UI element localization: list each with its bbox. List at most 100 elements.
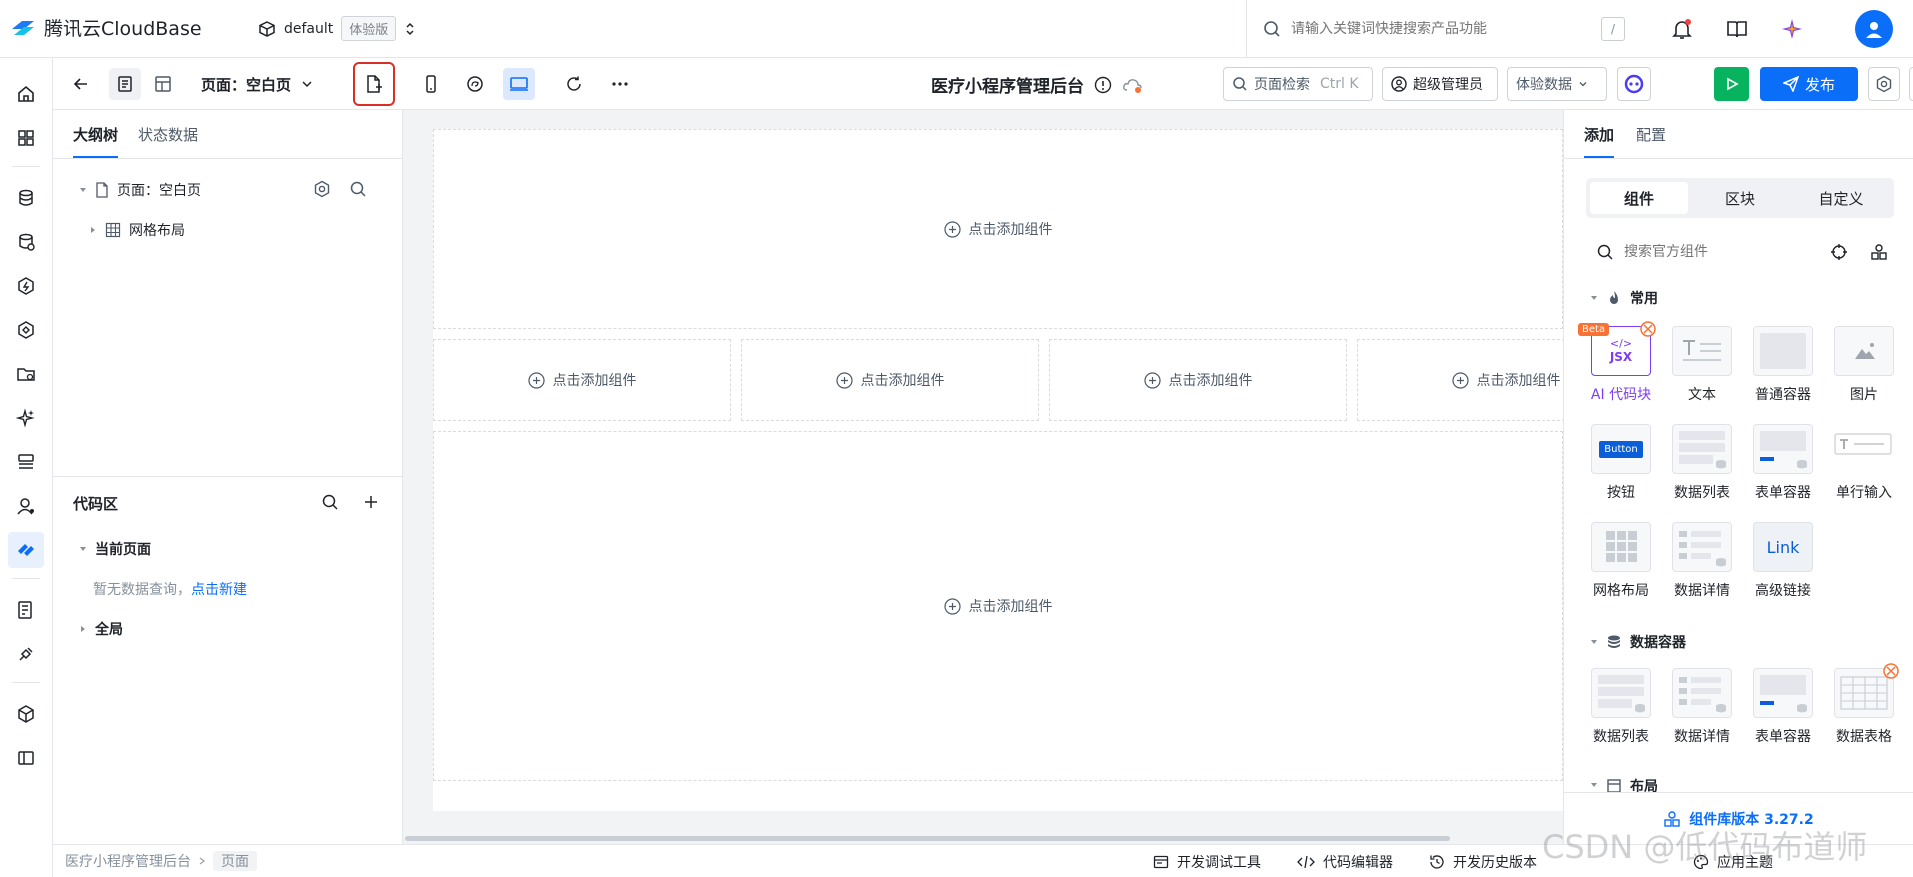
tree-search-icon[interactable]: [349, 180, 367, 198]
code-search-icon[interactable]: [321, 493, 339, 511]
add-page-button[interactable]: [353, 62, 395, 106]
data-mode-select[interactable]: 体验数据: [1507, 67, 1607, 101]
extension-cube-icon[interactable]: [8, 696, 44, 732]
slot-label: 点击添加组件: [860, 373, 945, 389]
desktop-device-icon[interactable]: [503, 68, 535, 100]
home-icon[interactable]: [8, 76, 44, 112]
database-icon[interactable]: [8, 180, 44, 216]
group-header-common[interactable]: 常用: [1590, 288, 1658, 308]
info-circle-icon[interactable]: [1094, 76, 1112, 94]
preview-run-button[interactable]: [1714, 67, 1749, 101]
add-component-slot[interactable]: 点击添加组件: [433, 339, 731, 421]
slot-label: 点击添加组件: [968, 222, 1053, 238]
more-dots-icon[interactable]: [604, 68, 636, 100]
lowcode-app-icon[interactable]: [8, 532, 44, 568]
tile-label: 数据表格: [1836, 729, 1892, 745]
mobile-device-icon[interactable]: [415, 68, 447, 100]
group-header-data-containers[interactable]: 数据容器: [1590, 632, 1686, 652]
cloud-db-icon[interactable]: [8, 224, 44, 260]
tile-thumb-text: JSX: [1609, 350, 1633, 364]
component-tile-image[interactable]: 图片: [1829, 326, 1899, 404]
grid-layout-icon: [1606, 531, 1637, 562]
page-selector[interactable]: 页面：空白页: [201, 68, 313, 100]
ai-sparkle-icon[interactable]: [8, 400, 44, 436]
toolbar-more-button[interactable]: [1909, 67, 1913, 101]
plugin-icon[interactable]: [8, 636, 44, 672]
component-tile-form-container[interactable]: 表单容器: [1748, 668, 1818, 746]
segment-custom[interactable]: 自定义: [1792, 182, 1890, 214]
segment-blocks[interactable]: 区块: [1691, 182, 1789, 214]
locate-crosshair-icon[interactable]: [1830, 243, 1848, 261]
component-tile-data-detail[interactable]: 数据详情: [1667, 522, 1737, 600]
role-switcher[interactable]: 超级管理员: [1382, 67, 1498, 101]
component-tile-ai-code[interactable]: Beta </> JSX AI 代码块: [1578, 321, 1656, 404]
component-tile-data-table[interactable]: 数据表格: [1829, 663, 1899, 746]
add-component-slot[interactable]: 点击添加组件: [1049, 339, 1347, 421]
component-search-input[interactable]: [1624, 244, 1814, 260]
component-tile-advanced-link[interactable]: Link 高级链接: [1748, 522, 1818, 600]
page-search-button[interactable]: 页面检索 Ctrl K: [1223, 67, 1373, 101]
env-switcher[interactable]: default 体验版: [258, 16, 416, 41]
ai-copilot-button[interactable]: [1617, 67, 1651, 101]
history-versions-button[interactable]: 开发历史版本: [1429, 852, 1537, 872]
back-arrow-icon[interactable]: [65, 68, 97, 100]
ai-assistant-icon[interactable]: [1777, 14, 1807, 44]
code-group-current-page[interactable]: 当前页面: [79, 539, 151, 559]
cloud-status-icon[interactable]: [1122, 76, 1144, 94]
component-tile-data-detail[interactable]: 数据详情: [1667, 668, 1737, 746]
flame-icon: [1610, 291, 1618, 304]
component-tile-button[interactable]: Button 按钮: [1586, 424, 1656, 502]
tile-label: 按钮: [1607, 485, 1635, 501]
component-market-icon[interactable]: [1870, 243, 1888, 261]
refresh-icon[interactable]: [558, 68, 590, 100]
storage-folder-icon[interactable]: [8, 356, 44, 392]
brand[interactable]: 腾讯云CloudBase: [10, 14, 202, 41]
add-component-slot[interactable]: 点击添加组件: [433, 129, 1563, 329]
component-tile-text-input[interactable]: 单行输入: [1829, 424, 1899, 502]
component-tile-form-container[interactable]: 表单容器: [1748, 424, 1818, 502]
caret-down-icon: [1591, 296, 1597, 300]
segment-components[interactable]: 组件: [1590, 182, 1688, 214]
logs-icon[interactable]: [8, 592, 44, 628]
breadcrumb-app[interactable]: 医疗小程序管理后台: [65, 851, 191, 871]
page-settings-icon[interactable]: [313, 180, 331, 198]
app-settings-button[interactable]: [1868, 67, 1900, 101]
user-avatar[interactable]: [1855, 10, 1893, 48]
component-tile-data-list[interactable]: 数据列表: [1586, 668, 1656, 746]
code-group-global[interactable]: 全局: [79, 619, 123, 639]
function-hex-icon[interactable]: [8, 268, 44, 304]
breadcrumb-page[interactable]: 页面: [213, 851, 257, 871]
canvas-horizontal-scrollbar[interactable]: [405, 836, 1450, 841]
tree-node-page[interactable]: 页面：空白页: [79, 180, 201, 200]
group-header-layout[interactable]: 布局: [1590, 776, 1658, 792]
code-editor-button[interactable]: 代码编辑器: [1297, 852, 1393, 872]
tab-config[interactable]: 配置: [1636, 124, 1666, 145]
add-component-slot[interactable]: 点击添加组件: [433, 431, 1563, 781]
notification-bell-icon[interactable]: [1667, 14, 1697, 44]
add-component-slot[interactable]: 点击添加组件: [1357, 339, 1563, 421]
component-tile-container[interactable]: 普通容器: [1748, 326, 1818, 404]
tree-node-grid-layout[interactable]: 网格布局: [89, 220, 185, 240]
page-view-icon[interactable]: [109, 68, 141, 100]
tab-add[interactable]: 添加: [1584, 124, 1615, 158]
dev-tools-button[interactable]: 开发调试工具: [1153, 852, 1261, 872]
miniprogram-device-icon[interactable]: [459, 68, 491, 100]
publish-button[interactable]: 发布: [1760, 67, 1858, 101]
add-component-slot[interactable]: 点击添加组件: [741, 339, 1039, 421]
hosting-icon[interactable]: [8, 444, 44, 480]
docs-book-icon[interactable]: [1722, 14, 1752, 44]
create-query-link[interactable]: 点击新建: [191, 579, 247, 599]
apps-grid-icon[interactable]: [8, 120, 44, 156]
tab-state-data[interactable]: 状态数据: [138, 124, 198, 145]
user-auth-icon[interactable]: [8, 488, 44, 524]
code-empty-row: 暂无数据查询， 点击新建: [93, 579, 247, 599]
collapse-sidebar-icon[interactable]: [8, 740, 44, 776]
global-search-input[interactable]: [1291, 21, 1591, 37]
component-tile-data-list[interactable]: 数据列表: [1667, 424, 1737, 502]
tab-outline-tree[interactable]: 大纲树: [73, 124, 119, 158]
add-code-icon[interactable]: [362, 493, 380, 511]
layout-view-icon[interactable]: [147, 68, 179, 100]
component-tile-grid-layout[interactable]: 网格布局: [1586, 522, 1656, 600]
cloud-run-icon[interactable]: [8, 312, 44, 348]
component-tile-text[interactable]: 文本: [1667, 326, 1737, 404]
